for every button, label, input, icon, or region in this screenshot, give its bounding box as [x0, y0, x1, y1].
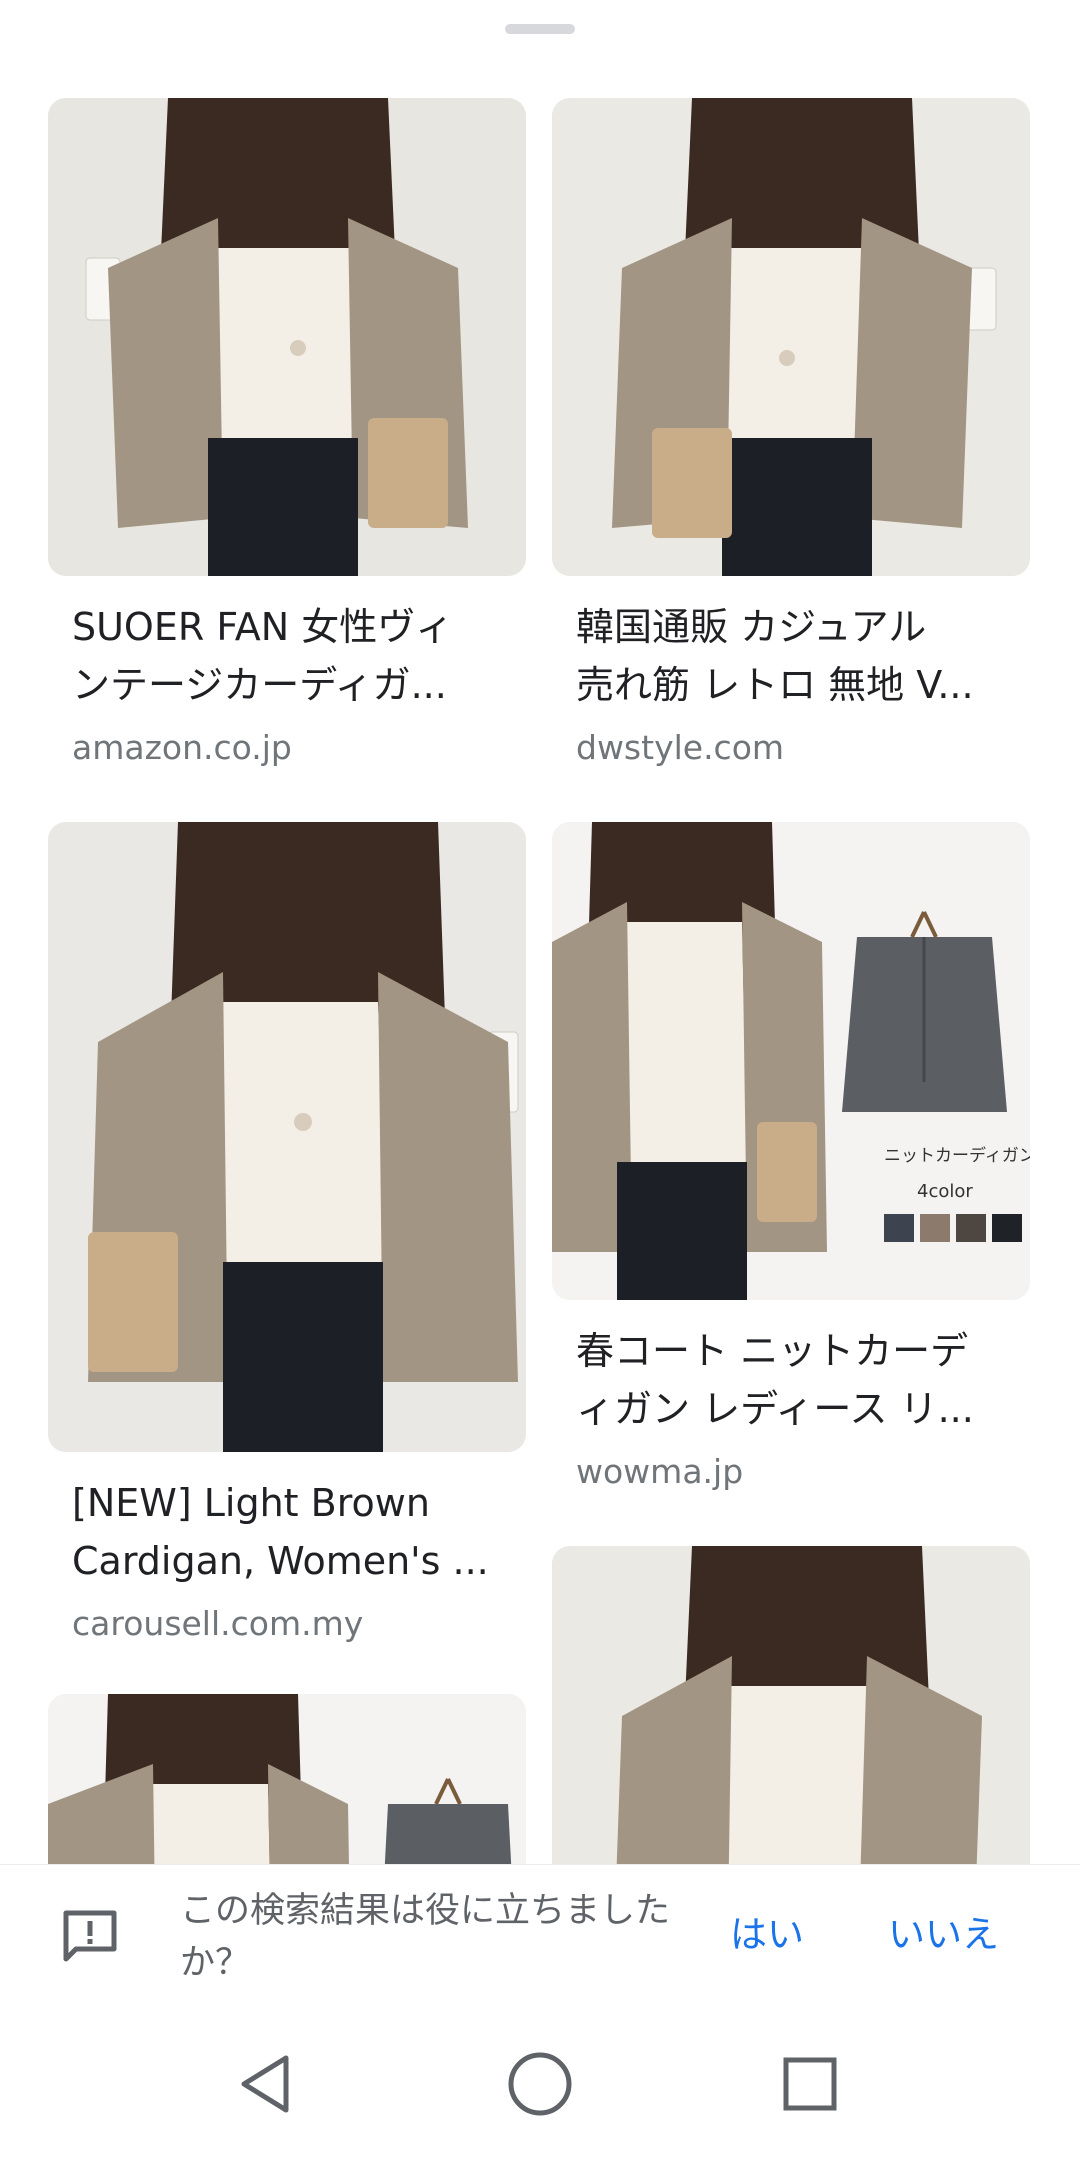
result-title-line: ィガン レディース リ... [576, 1387, 974, 1431]
feedback-no-button[interactable]: いいえ [868, 1905, 1019, 1965]
result-thumbnail[interactable] [48, 822, 526, 1452]
result-title[interactable]: SUOER FAN 女性ヴィ ンテージカーディガ... [48, 598, 526, 714]
result-title[interactable]: 韓国通販 カジュアル 売れ筋 レトロ 無地 V... [552, 598, 1030, 714]
cardigan-photo [552, 98, 1030, 576]
result-title-line: 春コート ニットカーデ [576, 1329, 969, 1373]
result-source: dwstyle.com [576, 728, 785, 767]
result-title-line: Cardigan, Women's ... [72, 1539, 489, 1583]
color-swatch [884, 1214, 914, 1242]
result-card[interactable]: SUOER FAN 女性ヴィ ンテージカーディガ... amazon.co.jp [48, 98, 526, 770]
feedback-yes-button[interactable]: はい [710, 1905, 824, 1965]
result-card[interactable]: [NEW] Light Brown Cardigan, Women's ... … [48, 822, 526, 1646]
result-title-line: ンテージカーディガ... [72, 663, 447, 707]
feedback-bar: この検索結果は役に立ちましたか？ はい いいえ [0, 1864, 1080, 2004]
result-card[interactable]: 韓国通販 カジュアル 売れ筋 レトロ 無地 V... dwstyle.com [552, 98, 1030, 770]
result-thumbnail[interactable]: ニットカーディガン 4color [552, 822, 1030, 1300]
sheet-drag-handle[interactable] [505, 24, 575, 34]
result-title[interactable]: 春コート ニットカーデ ィガン レディース リ... [552, 1322, 1030, 1438]
color-swatch [992, 1214, 1022, 1242]
back-triangle-icon[interactable] [228, 2044, 308, 2124]
home-circle-icon[interactable] [500, 2044, 580, 2124]
system-navigation-bar [0, 2004, 1080, 2160]
result-title-line: SUOER FAN 女性ヴィ [72, 605, 454, 649]
color-swatch [956, 1214, 986, 1242]
feedback-question: この検索結果は役に立ちましたか？ [180, 1891, 671, 1983]
result-title[interactable]: [NEW] Light Brown Cardigan, Women's ... [48, 1474, 526, 1590]
result-source: carousell.com.my [72, 1604, 364, 1643]
feedback-icon [63, 1910, 117, 1962]
result-source: wowma.jp [576, 1452, 744, 1491]
cardigan-photo [48, 98, 526, 576]
result-source: amazon.co.jp [72, 728, 292, 767]
result-title-line: [NEW] Light Brown [72, 1481, 430, 1525]
result-title-line: 売れ筋 レトロ 無地 V... [576, 663, 974, 707]
color-swatch [920, 1214, 950, 1242]
image-caption: ニットカーディガン [884, 1145, 1030, 1166]
result-title-line: 韓国通販 カジュアル [576, 605, 927, 649]
cardigan-photo: ニットカーディガン 4color [552, 822, 1030, 1300]
result-card[interactable]: ニットカーディガン 4color 春コート ニットカーデ ィガン レディース リ… [552, 822, 1030, 1494]
result-thumbnail[interactable] [552, 98, 1030, 576]
result-thumbnail[interactable] [48, 98, 526, 576]
recent-square-icon[interactable] [770, 2044, 850, 2124]
cardigan-photo [48, 822, 526, 1452]
image-subcaption: 4color [917, 1181, 973, 1202]
